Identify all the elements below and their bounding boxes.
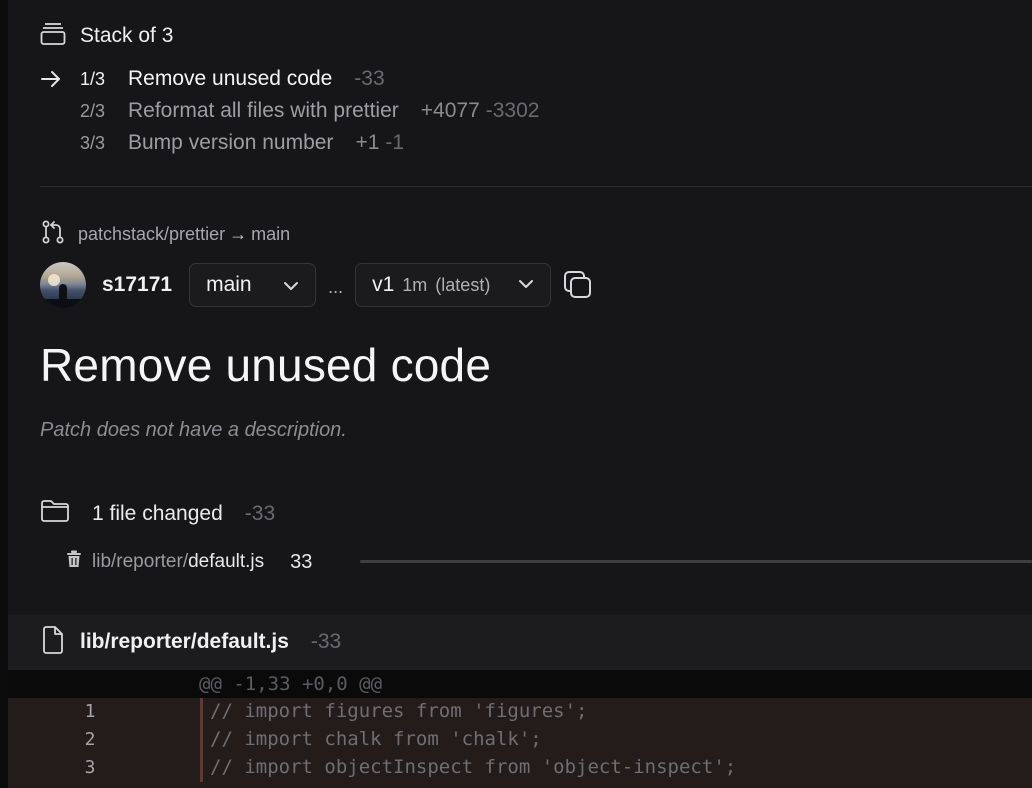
diff-file-header: lib/reporter/default.js -33	[8, 615, 1032, 670]
line-code: // import objectInspect from 'object-ins…	[210, 756, 737, 778]
left-rail	[0, 0, 8, 788]
base-branch-label: main	[206, 273, 252, 296]
line-number: 2	[84, 729, 96, 750]
stack-item-title: Reformat all files with prettier	[128, 99, 399, 122]
stack-icon	[40, 22, 66, 51]
files-changed-summary: 1 file changed -33	[40, 499, 275, 529]
line-code: // import figures from 'figures';	[210, 700, 588, 722]
stack-item-additions: +4077	[420, 99, 480, 122]
avatar[interactable]	[40, 262, 86, 308]
change-bar	[360, 560, 1032, 563]
divider	[40, 186, 1032, 187]
arrow-right-icon	[40, 70, 80, 88]
file-icon	[42, 625, 64, 659]
patch-title: Remove unused code	[40, 339, 492, 391]
file-basename: default.js	[188, 551, 265, 572]
meta-row: s17171 main ... v1 1m (latest)	[40, 262, 593, 308]
stack-item-index: 1/3	[80, 68, 106, 89]
version-time: 1m	[402, 275, 428, 295]
stack-item-title: Remove unused code	[128, 67, 333, 90]
line-number: 1	[84, 701, 96, 722]
branch-arrow: →	[229, 223, 248, 244]
target-branch[interactable]: main	[251, 224, 290, 244]
base-branch-select[interactable]: main	[189, 263, 317, 307]
branch-line: patchstack/prettier → main	[40, 220, 290, 248]
line-code: // import chalk from 'chalk';	[210, 728, 542, 750]
hunk-header: @@ -1,33 +0,0 @@	[8, 670, 1032, 698]
diff-line: 1 // import figures from 'figures';	[8, 698, 1032, 726]
file-change-count: 33	[290, 550, 313, 573]
files-changed-label: 1 file changed	[92, 502, 223, 525]
hunk-header-text: @@ -1,33 +0,0 @@	[199, 673, 383, 695]
ellipsis: ...	[328, 276, 344, 297]
stack-item-deletions: -3302	[485, 99, 540, 122]
trash-icon	[66, 550, 82, 574]
files-changed-deletions: -33	[244, 502, 276, 525]
stack-item-additions: +1	[355, 131, 380, 154]
stack-header: Stack of 3	[40, 22, 173, 50]
chevron-down-icon	[518, 276, 534, 294]
source-branch[interactable]: patchstack/prettier	[78, 224, 225, 244]
patch-description: Patch does not have a description.	[40, 419, 347, 441]
stack-item-index: 2/3	[80, 100, 106, 121]
changed-file-item[interactable]: lib/reporter/default.js 33	[66, 548, 312, 576]
diff-file-name[interactable]: lib/reporter/default.js	[80, 630, 289, 654]
git-pull-request-icon	[40, 219, 66, 250]
copy-icon[interactable]	[563, 270, 593, 300]
diff-file-deletions: -33	[310, 630, 342, 653]
stack-item-title: Bump version number	[128, 131, 334, 154]
diff-line: 2 // import chalk from 'chalk';	[8, 726, 1032, 754]
username[interactable]: s17171	[102, 273, 172, 297]
version-select[interactable]: v1 1m (latest)	[355, 263, 552, 307]
stack-title: Stack of 3	[80, 24, 174, 47]
line-number: 3	[84, 757, 96, 778]
diff-body: 1 // import figures from 'figures'; 2 //…	[8, 698, 1032, 788]
version-label: v1	[372, 273, 395, 296]
stack-item-2[interactable]: 2/3 Reformat all files with prettier +40…	[40, 97, 539, 125]
folder-icon	[40, 499, 70, 529]
stack-item-deletions: -33	[354, 67, 385, 90]
stack-item-deletions: -1	[385, 131, 405, 154]
stack-item-index: 3/3	[80, 132, 106, 153]
version-latest: (latest)	[435, 275, 491, 295]
stack-item-1[interactable]: 1/3 Remove unused code -33	[40, 65, 385, 93]
file-dir: lib/reporter/	[92, 551, 189, 572]
chevron-down-icon	[283, 273, 299, 297]
diff-line: 3 // import objectInspect from 'object-i…	[8, 754, 1032, 782]
stack-item-3[interactable]: 3/3 Bump version number +1 -1	[40, 129, 404, 157]
